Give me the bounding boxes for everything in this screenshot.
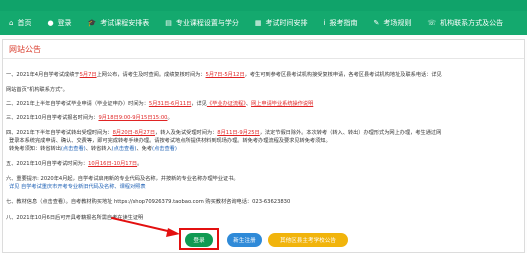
nav-item-label: 专业课程设置与学分 xyxy=(175,19,239,27)
notice-text: 网站首页"机构联系方式"。 xyxy=(6,87,68,93)
notice-text: 一、2021年4月自学考试成绩于 xyxy=(6,72,80,78)
notice-text: ，转入及免试受理时间为： xyxy=(155,130,218,136)
notice-link[interactable]: 5月31日-6月11日 xyxy=(149,101,191,107)
notice-text: 登录本系统完成申请、确认、交费等，即可完成转考手续办理。请按考试地点所提供材料到… xyxy=(9,138,331,144)
notice-text: 、免考 xyxy=(136,146,153,152)
nav-item-0[interactable]: ⌂ 首页 xyxy=(9,18,31,28)
notice-link[interactable]: 10月16日-10月17日 xyxy=(88,161,137,167)
nav-item-label: 机构联系方式及公告 xyxy=(440,19,504,27)
notice-line-4: 三、2021年10月自学考试报名时间为：9月18日9:00-9月15日15:00… xyxy=(6,115,173,122)
nav-item-label: 考试课程安排表 xyxy=(100,19,150,27)
notice-line-12: 八、2021年10月6日后可开具考籍报名所需自考在读生证明 xyxy=(6,215,143,222)
nav-item-label: 登录 xyxy=(57,19,72,27)
notice-line-6: 登录本系统完成申请、确认、交费等，即可完成转考手续办理。请按考试地点所提供材料到… xyxy=(9,138,331,145)
notice-text: 。 xyxy=(167,115,173,121)
nav-item-6[interactable]: ✎ 考场规则 xyxy=(373,18,411,28)
notice-text: ，考生可到参考区县考试机构接受复核申请，各考区县考试机构地址及联系电话：详见 xyxy=(244,72,442,78)
notice-line-3: 二、2021年上半年自学考试毕业申请（毕业证申办）时间为：5月31日-6月11日… xyxy=(6,101,313,108)
notice-link[interactable]: (点击查看) xyxy=(61,146,86,152)
notice-text: 五、2021年10月自学考试时间为： xyxy=(6,161,89,167)
notice-line-10: 详见 自学考试重庆市开考专业新旧代码及名称、课程对照表 xyxy=(9,184,146,191)
notice-text: 上网公布，请考生及时查阅。成绩复核时间为： xyxy=(96,72,206,78)
notice-line-11: 七、教材信息（点击查看）。自考教材购买地址 https://shop709263… xyxy=(6,199,290,206)
other-district-notice-button[interactable]: 其他区县主考学校公告 xyxy=(268,233,348,247)
nav-item-label: 考场规则 xyxy=(383,19,412,27)
pencil-icon: ✎ xyxy=(373,18,380,27)
calendar-icon: ▦ xyxy=(254,18,262,27)
notice-link[interactable]: (点击查看) xyxy=(112,146,137,152)
notice-line-8: 五、2021年10月自学考试时间为：10月16日-10月17日。 xyxy=(6,161,142,168)
notice-line-7: 转免考须知：转省转出(点击查看)、转省转入(点击查看)、免考(点击查看) xyxy=(9,146,177,153)
notice-link[interactable]: 《毕业办证流程》 xyxy=(207,101,246,107)
notice-text: 。 xyxy=(137,161,143,167)
notice-link[interactable]: 详见 自学考试重庆市开考专业新旧代码及名称、课程对照表 xyxy=(9,184,146,190)
notice-header: 网站公告 xyxy=(3,40,524,59)
main-navbar: ⌂ 首页 ● 登录 🎓 考试课程安排表 ▤ 专业课程设置与学分 ▦ 考试时间安排 i 报考指南 ✎ 考场规… xyxy=(0,11,527,35)
nav-item-2[interactable]: 🎓 考试课程安排表 xyxy=(88,18,150,28)
nav-item-label: 首页 xyxy=(17,19,32,27)
nav-item-5[interactable]: i 报考指南 xyxy=(324,18,358,28)
notice-link[interactable]: 网上申请毕业系统操作说明 xyxy=(251,101,313,107)
user-icon: ● xyxy=(47,18,54,27)
notice-line-9: 六、重要提示: 2020年4月起，自学考试启用新的专业代码及名称，并按新的专业名… xyxy=(6,176,239,183)
nav-item-label: 考试时间安排 xyxy=(265,19,308,27)
nav-item-4[interactable]: ▦ 考试时间安排 xyxy=(255,18,308,28)
notice-line-2: 网站首页"机构联系方式"。 xyxy=(6,87,68,94)
annotation-highlight-box xyxy=(179,228,219,250)
notice-text: 转免考须知：转省转出 xyxy=(9,146,61,152)
book-icon: ▤ xyxy=(165,18,172,27)
nav-item-1[interactable]: ● 登录 xyxy=(47,18,71,28)
notice-link[interactable]: (点击查看) xyxy=(152,146,177,152)
notice-line-1: 一、2021年4月自学考试成绩于5月7日上网公布，请考生及时查阅。成绩复核时间为… xyxy=(6,72,442,79)
notice-link[interactable]: 5月7日 xyxy=(80,72,97,78)
info-icon: i xyxy=(323,18,326,27)
notice-text: 三、2021年10月自学考试报名时间为： xyxy=(6,115,99,121)
notice-link[interactable]: 5月7日-5月12日 xyxy=(206,72,245,78)
notice-text: ，详见 xyxy=(191,101,207,107)
notice-text: 二、2021年上半年自学考试毕业申请（毕业证申办）时间为： xyxy=(6,101,149,107)
notice-link[interactable]: 9月18日9:00-9月15日15:00 xyxy=(98,115,167,121)
nav-item-7[interactable]: ☏ 机构联系方式及公告 xyxy=(427,18,503,28)
notice-text: ，法定节假日除外。本次转考（转入、转出）办理形式为网上办理，考生通过网 xyxy=(259,130,442,136)
top-strip xyxy=(0,0,527,11)
notice-text: 四、2021年下半年自学考试转出受理时间为： xyxy=(6,130,113,136)
nav-item-3[interactable]: ▤ 专业课程设置与学分 xyxy=(165,18,239,28)
notice-text: 七、教材信息（点击查看）。自考教材购买地址 https://shop709263… xyxy=(6,199,291,205)
notice-text: 六、重要提示: 2020年4月起，自学考试启用新的专业代码及名称，并按新的专业名… xyxy=(6,176,239,182)
phone-icon: ☏ xyxy=(427,18,437,27)
notice-line-5: 四、2021年下半年自学考试转出受理时间为：8月20日-8月27日，转入及免试受… xyxy=(6,130,441,137)
notice-link[interactable]: 8月20日-8月27日 xyxy=(113,130,155,136)
notice-link[interactable]: 8月11日-9月25日 xyxy=(217,130,259,136)
notice-title: 网站公告 xyxy=(9,45,41,54)
notice-text: 八、2021年10月6日后可开具考籍报名所需自考在读生证明 xyxy=(6,215,144,221)
notice-text: 、转省转入 xyxy=(85,146,112,152)
nav-item-label: 报考指南 xyxy=(329,19,358,27)
home-icon: ⌂ xyxy=(9,18,14,27)
cap-icon: 🎓 xyxy=(87,18,97,27)
new-student-register-button[interactable]: 新生注册 xyxy=(227,233,262,247)
